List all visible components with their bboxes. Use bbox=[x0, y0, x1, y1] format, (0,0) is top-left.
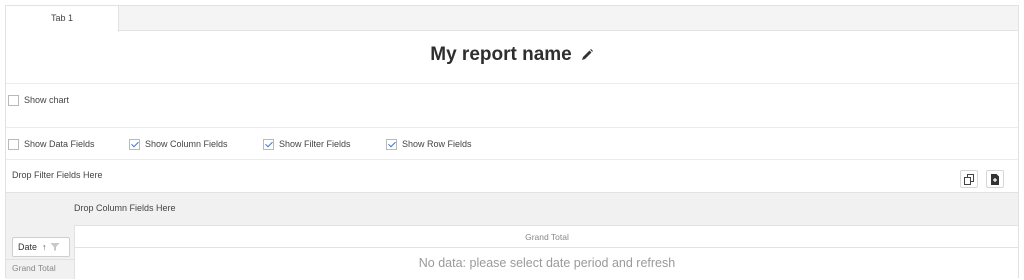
filter-funnel-icon[interactable] bbox=[50, 242, 60, 252]
copy-icon bbox=[963, 173, 974, 185]
show-column-fields-checkbox[interactable]: Show Column Fields bbox=[129, 137, 228, 151]
tab-bar: Tab 1 bbox=[6, 6, 1018, 32]
copy-button[interactable] bbox=[960, 170, 978, 188]
export-button[interactable] bbox=[986, 170, 1004, 188]
export-file-icon bbox=[991, 173, 999, 185]
grand-total-column-header: Grand Total bbox=[75, 226, 1019, 248]
show-chart-checkbox[interactable]: Show chart bbox=[8, 93, 69, 107]
filter-drop-zone[interactable]: Drop Filter Fields Here bbox=[6, 160, 1018, 193]
show-data-fields-checkbox[interactable]: Show Data Fields bbox=[8, 137, 95, 151]
show-filter-fields-label: Show Filter Fields bbox=[279, 139, 351, 149]
data-area: Grand Total No data: please select date … bbox=[74, 225, 1019, 279]
column-drop-zone[interactable]: Drop Column Fields Here bbox=[74, 203, 176, 213]
show-chart-row: Show chart bbox=[6, 85, 1018, 128]
show-chart-label: Show chart bbox=[24, 95, 70, 105]
row-divider bbox=[6, 259, 74, 260]
pivot-grid: Drop Column Fields Here Date ↑ Grand Tot… bbox=[6, 193, 1019, 279]
show-column-fields-label: Show Column Fields bbox=[145, 139, 228, 149]
show-data-fields-box[interactable] bbox=[8, 138, 19, 150]
show-data-fields-label: Show Data Fields bbox=[24, 139, 95, 149]
row-field-date[interactable]: Date ↑ bbox=[12, 237, 70, 257]
field-toggles-row: Show Data Fields Show Column Fields Show… bbox=[6, 128, 1018, 160]
filter-drop-label: Drop Filter Fields Here bbox=[12, 170, 103, 180]
sort-asc-icon[interactable]: ↑ bbox=[42, 242, 47, 252]
row-field-label: Date bbox=[18, 242, 38, 252]
show-row-fields-label: Show Row Fields bbox=[402, 139, 472, 149]
grand-total-row-label: Grand Total bbox=[12, 263, 56, 273]
show-column-fields-box[interactable] bbox=[129, 138, 140, 150]
show-filter-fields-checkbox[interactable]: Show Filter Fields bbox=[263, 137, 351, 151]
tab-1[interactable]: Tab 1 bbox=[6, 6, 119, 32]
show-chart-box[interactable] bbox=[8, 94, 19, 106]
empty-state-message: No data: please select date period and r… bbox=[418, 256, 676, 270]
show-row-fields-box[interactable] bbox=[386, 138, 397, 150]
title-row: My report name bbox=[6, 32, 1018, 84]
report-panel: Tab 1 My report name Show chart Show Dat… bbox=[5, 5, 1019, 279]
show-filter-fields-box[interactable] bbox=[263, 138, 274, 150]
show-row-fields-checkbox[interactable]: Show Row Fields bbox=[386, 137, 472, 151]
pencil-icon[interactable] bbox=[580, 48, 594, 62]
report-title: My report name bbox=[430, 44, 572, 65]
